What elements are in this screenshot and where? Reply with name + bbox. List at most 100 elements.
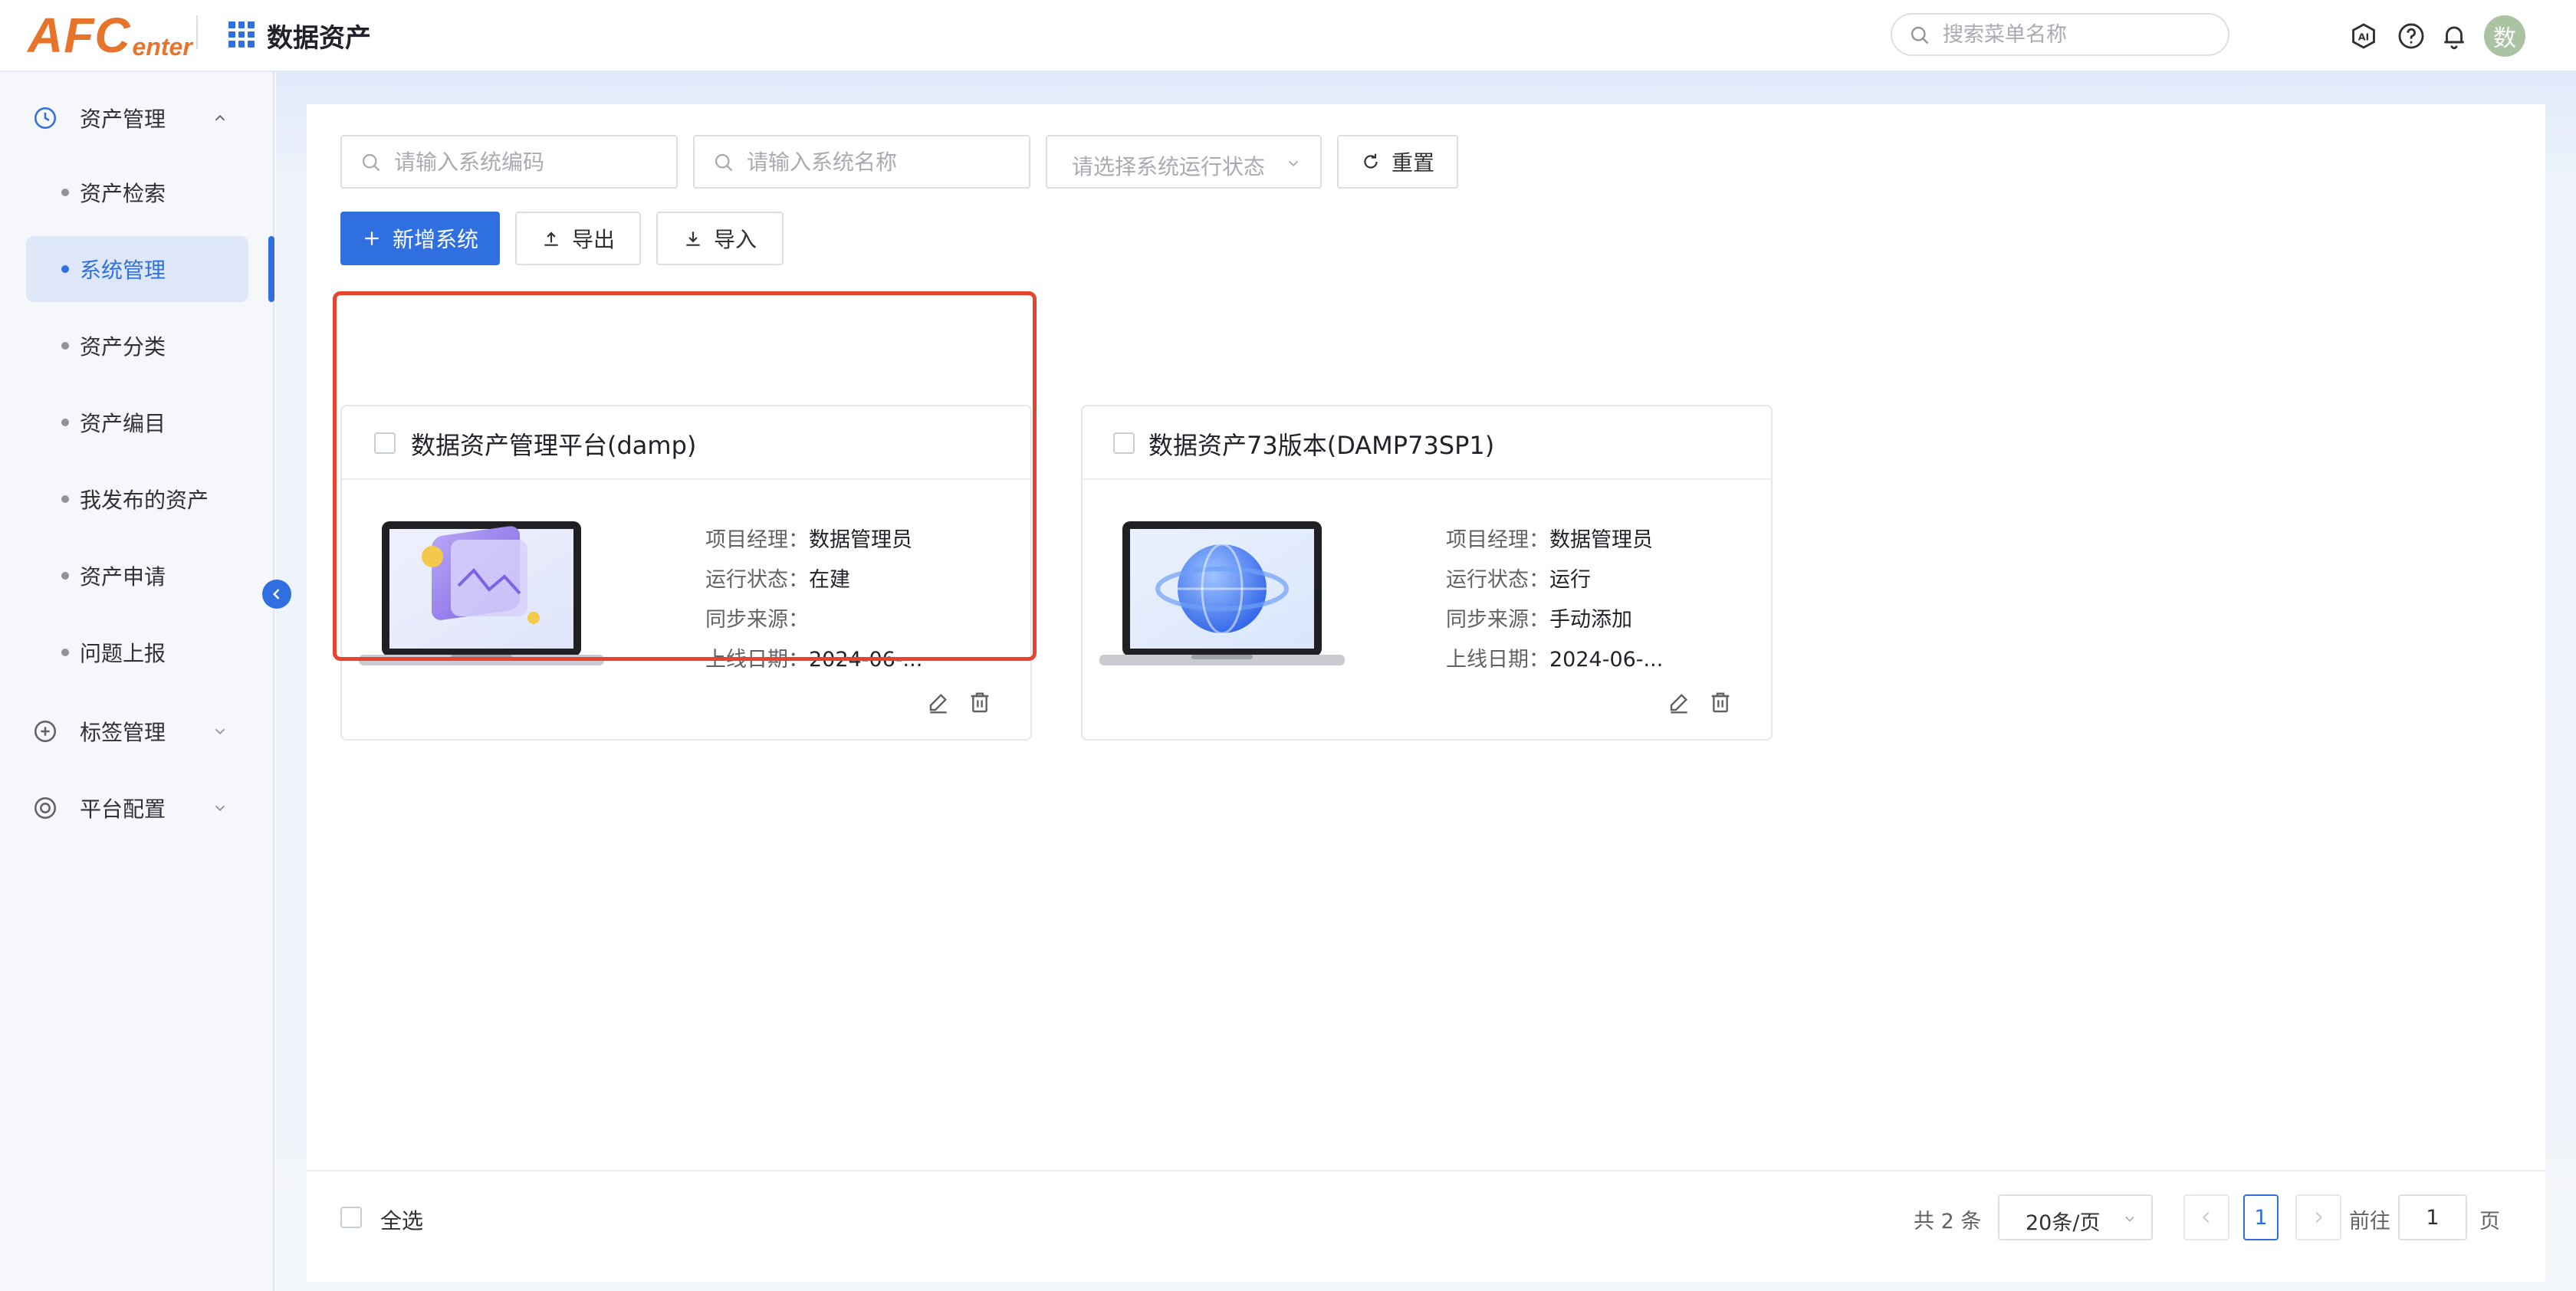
system-code-input[interactable]	[394, 136, 662, 187]
prev-page-button[interactable]	[2183, 1194, 2229, 1240]
refresh-icon	[1364, 153, 1378, 169]
field-label: 运行状态：	[705, 568, 809, 592]
field-label: 项目经理：	[1446, 528, 1549, 552]
add-system-label: 新增系统	[392, 227, 478, 252]
select-all-checkbox[interactable]	[340, 1207, 362, 1228]
goto-suffix: 页	[2479, 1210, 2500, 1234]
next-page-button[interactable]	[2295, 1194, 2341, 1240]
import-button[interactable]: 导入	[656, 212, 784, 265]
import-label: 导入	[713, 227, 757, 252]
project-manager-value: 数据管理员	[809, 528, 912, 552]
system-status-select[interactable]: 请选择系统运行状态	[1046, 135, 1322, 189]
goto-page-input[interactable]	[2398, 1194, 2467, 1240]
sidebar-item-issue-report[interactable]: 问题上报	[26, 619, 248, 685]
menu-group-asset-management[interactable]: 资产管理	[0, 87, 274, 149]
chevron-down-icon	[2125, 1216, 2134, 1222]
sidebar-item-label: 资产编目	[80, 411, 166, 436]
menu-search-input[interactable]	[1943, 15, 2219, 54]
menu-group-label: 资产管理	[80, 107, 166, 132]
sync-source-value: 手动添加	[1549, 608, 1632, 632]
select-all-label[interactable]: 全选	[380, 1204, 423, 1235]
search-icon	[1911, 26, 1929, 44]
sidebar-item-asset-search[interactable]: 资产检索	[26, 159, 248, 225]
menu-search-box[interactable]	[1891, 13, 2229, 56]
app-grid-icon[interactable]	[228, 21, 255, 48]
system-card[interactable]: 数据资产73版本(DAMP73SP1) 项目经理：数据管理员 运行状态：运行 同…	[1081, 405, 1773, 741]
list-footer: 全选 共 2 条 20条/页 1 前往 页	[307, 1170, 2545, 1282]
card-checkbox[interactable]	[1113, 432, 1135, 454]
plus-icon	[365, 232, 379, 245]
sidebar-item-asset-catalog[interactable]: 资产编目	[26, 389, 248, 455]
menu-group-platform-config[interactable]: 平台配置	[0, 777, 274, 839]
field-label: 同步来源：	[1446, 608, 1549, 632]
sidebar-item-system-management[interactable]: 系统管理	[26, 236, 248, 302]
menu-group-tag-management[interactable]: 标签管理	[0, 701, 274, 762]
add-system-button[interactable]: 新增系统	[340, 212, 500, 265]
system-name-search[interactable]	[693, 135, 1030, 189]
ai-assistant-icon[interactable]: AI	[2349, 21, 2378, 51]
sidebar-item-label: 资产分类	[80, 334, 166, 360]
clock-icon	[34, 107, 57, 130]
header-divider	[196, 15, 198, 49]
sidebar-item-label: 问题上报	[80, 641, 166, 666]
card-checkbox[interactable]	[374, 432, 396, 454]
delete-icon[interactable]	[968, 690, 992, 714]
launch-date-value: 2024-06-...	[809, 648, 923, 672]
sidebar-collapse-button[interactable]	[262, 580, 291, 609]
chevron-right-icon	[2315, 1211, 2322, 1224]
run-status-value: 运行	[1549, 568, 1591, 592]
logo-sub-text: enter	[132, 33, 192, 61]
card-info: 项目经理：数据管理员 运行状态：运行 同步来源：手动添加 上线日期：2024-0…	[1446, 523, 1753, 682]
reset-button[interactable]: 重置	[1337, 135, 1458, 189]
goto-label: 前往	[2349, 1210, 2390, 1234]
sidebar-item-asset-request[interactable]: 资产申请	[26, 543, 248, 609]
field-label: 上线日期：	[1446, 648, 1549, 672]
chevron-down-icon	[215, 805, 225, 812]
bullet-dot	[61, 649, 69, 656]
target-icon	[34, 797, 57, 820]
notification-bell-icon[interactable]	[2440, 21, 2469, 51]
system-laptop-illustration	[359, 521, 604, 665]
upload-icon	[544, 232, 558, 246]
system-card[interactable]: 数据资产管理平台(damp) 项目经理：数据管理员 运行状态：在建 同步来源： …	[340, 405, 1032, 741]
menu-group-label: 标签管理	[80, 720, 166, 745]
reset-label: 重置	[1391, 150, 1434, 176]
help-icon[interactable]	[2397, 21, 2426, 51]
plus-circle-icon	[34, 720, 57, 743]
active-menu-indicator	[268, 236, 274, 302]
edit-icon[interactable]	[1667, 690, 1691, 714]
launch-date-value: 2024-06-...	[1549, 648, 1664, 672]
edit-icon[interactable]	[926, 690, 951, 714]
sidebar-item-label: 系统管理	[80, 258, 166, 283]
bullet-dot	[61, 495, 69, 503]
field-label: 运行状态：	[1446, 568, 1549, 592]
sidebar-item-label: 资产检索	[80, 181, 166, 206]
export-button[interactable]: 导出	[515, 212, 641, 265]
user-avatar[interactable]: 数	[2484, 15, 2525, 57]
sidebar-item-asset-category[interactable]: 资产分类	[26, 313, 248, 379]
chevron-down-icon	[215, 728, 225, 735]
card-title: 数据资产管理平台(damp)	[411, 431, 697, 460]
page-number-button[interactable]: 1	[2243, 1194, 2279, 1240]
afcenter-logo[interactable]: AFC enter	[28, 6, 192, 60]
delete-icon[interactable]	[1708, 690, 1733, 714]
project-manager-value: 数据管理员	[1549, 528, 1653, 552]
run-status-value: 在建	[809, 568, 850, 592]
chevron-up-icon	[215, 114, 225, 121]
bullet-dot	[61, 572, 69, 580]
field-label: 同步来源：	[705, 608, 809, 632]
top-header: AFC enter 数据资产 AI 数	[0, 0, 2576, 72]
system-name-input[interactable]	[747, 136, 1015, 187]
sidebar-item-my-published-assets[interactable]: 我发布的资产	[26, 466, 248, 532]
search-icon	[715, 153, 733, 172]
sidebar-item-label: 资产申请	[80, 564, 166, 590]
bullet-dot	[61, 265, 69, 273]
status-select-placeholder: 请选择系统运行状态	[1072, 154, 1266, 179]
page-size-select[interactable]: 20条/页	[1998, 1194, 2153, 1240]
field-label: 项目经理：	[705, 528, 809, 552]
card-header: 数据资产73版本(DAMP73SP1)	[1083, 406, 1771, 480]
field-label: 上线日期：	[705, 648, 809, 672]
system-code-search[interactable]	[340, 135, 678, 189]
card-title: 数据资产73版本(DAMP73SP1)	[1148, 431, 1495, 460]
bullet-dot	[61, 342, 69, 350]
